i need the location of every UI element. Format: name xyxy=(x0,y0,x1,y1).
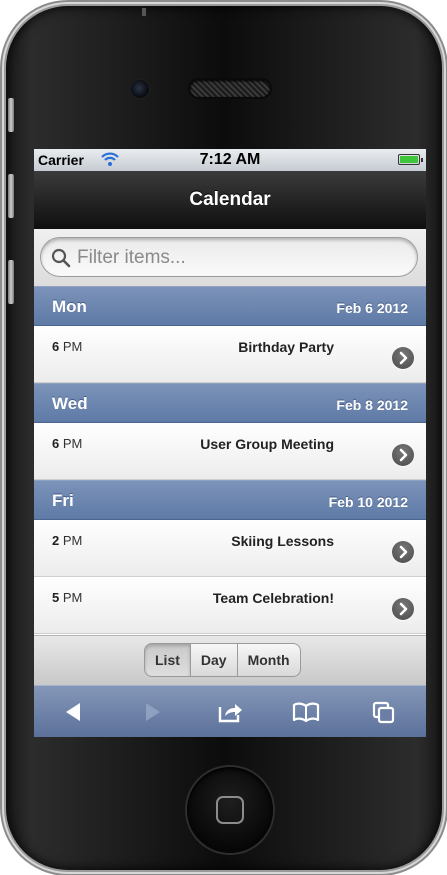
event-title: User Group Meeting xyxy=(200,436,334,452)
status-time: 7:12 AM xyxy=(199,151,261,168)
bookmarks-icon[interactable] xyxy=(292,699,320,725)
event-title: Team Celebration! xyxy=(212,590,334,606)
browser-toolbar xyxy=(34,685,426,737)
disclosure-icon[interactable] xyxy=(392,347,414,369)
list-item[interactable]: 6 PM Birthday Party xyxy=(34,326,426,383)
event-time: 5 PM xyxy=(52,590,83,605)
battery-icon xyxy=(398,154,423,165)
list-item[interactable]: 5 PM Team Celebration! xyxy=(34,577,426,634)
event-title: Skiing Lessons xyxy=(231,533,334,549)
day-date: Feb 6 2012 xyxy=(336,300,408,316)
day-date: Feb 8 2012 xyxy=(336,397,408,413)
tab-month[interactable]: Month xyxy=(237,643,301,677)
event-time: 6 PM xyxy=(52,339,83,354)
status-bar: Carrier 7:12 AM xyxy=(34,149,426,171)
share-icon[interactable] xyxy=(216,699,244,725)
power-button xyxy=(142,8,146,16)
day-name: Fri xyxy=(52,491,74,510)
home-button-icon xyxy=(216,796,244,824)
day-header: Mon Feb 6 2012 xyxy=(34,286,426,326)
event-list: Mon Feb 6 2012 6 PM Birthday Party Wed F… xyxy=(34,286,426,634)
disclosure-icon[interactable] xyxy=(392,444,414,466)
day-header: Fri Feb 10 2012 xyxy=(34,480,426,520)
filter-input[interactable] xyxy=(75,243,399,273)
event-title: Birthday Party xyxy=(238,339,334,355)
page-title: Calendar xyxy=(34,171,426,229)
forward-arrow-icon[interactable] xyxy=(138,699,166,725)
front-camera xyxy=(131,80,149,98)
tab-list[interactable]: List xyxy=(144,643,191,677)
search-bar xyxy=(34,229,426,286)
tabs-icon[interactable] xyxy=(370,699,398,725)
search-box[interactable] xyxy=(40,237,418,277)
back-arrow-icon[interactable] xyxy=(60,699,88,725)
disclosure-icon[interactable] xyxy=(392,541,414,563)
event-time: 2 PM xyxy=(52,533,83,548)
tab-day[interactable]: Day xyxy=(190,643,238,677)
disclosure-icon[interactable] xyxy=(392,598,414,620)
volume-down-button xyxy=(8,260,14,304)
list-item[interactable]: 2 PM Skiing Lessons xyxy=(34,520,426,577)
screen: Carrier 7:12 AM Calendar Mon Feb 6 2012 … xyxy=(34,149,426,737)
day-name: Wed xyxy=(52,394,88,413)
search-icon xyxy=(51,248,71,268)
day-name: Mon xyxy=(52,297,87,316)
day-date: Feb 10 2012 xyxy=(328,494,408,510)
view-switcher: List Day Month xyxy=(144,643,301,677)
mute-switch xyxy=(8,98,14,132)
earpiece-speaker xyxy=(190,80,270,97)
volume-up-button xyxy=(8,174,14,218)
view-switcher-bar: List Day Month xyxy=(34,635,426,686)
event-time: 6 PM xyxy=(52,436,83,451)
list-item[interactable]: 6 PM User Group Meeting xyxy=(34,423,426,480)
day-header: Wed Feb 8 2012 xyxy=(34,383,426,423)
